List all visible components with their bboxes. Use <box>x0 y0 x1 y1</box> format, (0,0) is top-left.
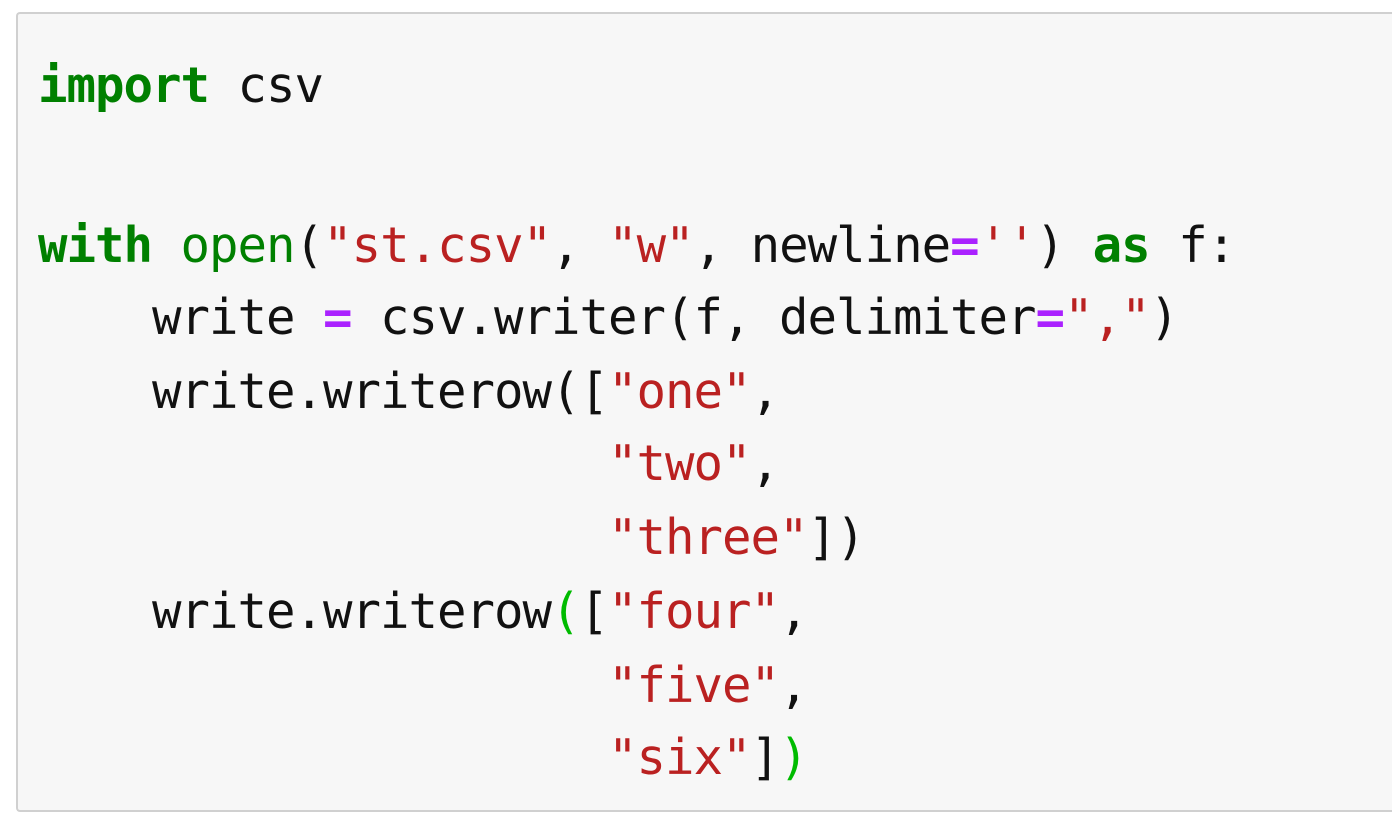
code-token-name <box>152 217 181 274</box>
code-token-kw: import <box>38 57 210 114</box>
code-cell[interactable]: import csv with open("st.csv", "w", newli… <box>16 12 1392 812</box>
code-token-name <box>38 435 608 492</box>
code-line-4: write = csv.writer(f, delimiter=",") <box>38 286 1179 350</box>
code-token-name: csv.writer(f, delimiter <box>351 289 1037 346</box>
code-token-op: = <box>1035 289 1065 346</box>
code-token-bracket-hl: ( <box>551 583 580 640</box>
code-token-name: f: <box>1149 217 1236 274</box>
code-token-punc: , <box>750 363 780 420</box>
code-token-op: = <box>950 217 979 274</box>
code-token-builtin: open <box>180 217 296 274</box>
code-line-10: "six"]) <box>38 726 809 790</box>
code-token-str: "," <box>1064 289 1151 346</box>
code-line-9: "five", <box>38 654 809 718</box>
code-line-7: "three"]) <box>38 506 866 570</box>
code-token-punc: , <box>779 583 808 640</box>
code-line-1: import csv <box>38 54 325 118</box>
code-token-op: = <box>323 289 352 346</box>
code-token-str: "four" <box>608 583 780 640</box>
code-token-punc: ( <box>294 217 324 274</box>
code-token-punc: , newline <box>693 217 952 274</box>
code-line-6: "two", <box>38 432 780 496</box>
code-token-name <box>38 509 608 566</box>
code-token-name: csv <box>209 57 325 114</box>
code-token-punc: [ <box>579 583 609 640</box>
code-token-str: "two" <box>608 435 752 492</box>
code-token-name <box>38 657 608 714</box>
code-line-8: write.writerow(["four", <box>38 580 809 644</box>
code-token-str: "st.csv" <box>323 217 552 274</box>
code-token-kw: with <box>38 217 153 274</box>
code-token-kw: as <box>1092 217 1151 274</box>
code-token-name <box>38 729 608 786</box>
code-token-bracket-hl: ) <box>779 729 808 786</box>
code-token-str: "three" <box>608 509 809 566</box>
code-token-name: write.writerow([ <box>38 363 609 420</box>
code-token-punc: ) <box>1149 289 1179 346</box>
code-token-str: '' <box>978 217 1037 274</box>
code-token-str: "w" <box>608 217 695 274</box>
code-token-str: "five" <box>608 657 780 714</box>
code-token-punc: ]) <box>807 509 866 566</box>
code-token-punc: , <box>779 657 808 714</box>
code-token-str: "six" <box>608 729 752 786</box>
code-line-3: with open("st.csv", "w", newline='') as … <box>38 214 1236 278</box>
code-token-name: write <box>38 289 324 346</box>
code-token-str: "one" <box>608 363 752 420</box>
code-line-5: write.writerow(["one", <box>38 360 780 424</box>
code-token-punc: ] <box>750 729 780 786</box>
code-token-punc: , <box>750 435 780 492</box>
code-token-name: write.writerow <box>38 583 552 640</box>
code-token-punc: ) <box>1035 217 1093 274</box>
code-token-punc: , <box>551 217 609 274</box>
